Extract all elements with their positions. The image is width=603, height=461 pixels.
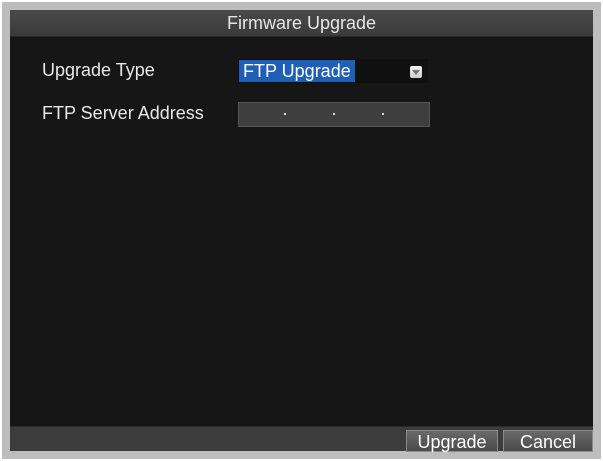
upgrade-type-label: Upgrade Type [42, 60, 155, 80]
button-bar: Upgrade Cancel [10, 426, 593, 452]
upgrade-type-select[interactable]: FTP Upgrade [238, 59, 428, 83]
ftp-server-address-field[interactable] [238, 102, 430, 127]
chevron-down-icon[interactable] [410, 66, 422, 78]
firmware-upgrade-dialog: Firmware Upgrade Upgrade Type FTP Upgrad… [2, 2, 601, 459]
upgrade-button[interactable]: Upgrade [406, 430, 498, 452]
upgrade-type-selected-value: FTP Upgrade [239, 60, 355, 82]
dialog-title: Firmware Upgrade [10, 10, 593, 37]
ftp-server-address-label: FTP Server Address [42, 103, 204, 123]
ip-separator-dot [284, 113, 286, 115]
ip-separator-dot [333, 113, 335, 115]
ip-separator-dot [382, 113, 384, 115]
cancel-button[interactable]: Cancel [503, 430, 593, 452]
